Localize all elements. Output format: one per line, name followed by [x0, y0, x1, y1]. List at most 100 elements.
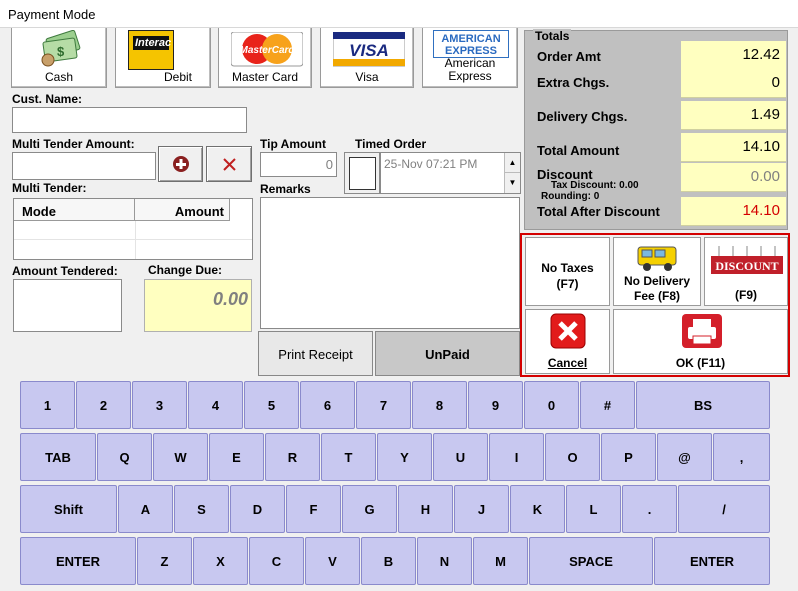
- cust-name-label: Cust. Name:: [12, 92, 83, 106]
- key-s[interactable]: S: [174, 485, 229, 533]
- key-t[interactable]: T: [321, 433, 376, 481]
- print-receipt-button[interactable]: Print Receipt: [258, 331, 373, 376]
- totals-title: Totals: [533, 29, 572, 43]
- amex-button[interactable]: AMERICAN EXPRESS American Express: [422, 28, 518, 88]
- title-bar: Payment Mode: [0, 0, 798, 28]
- key-tab[interactable]: TAB: [20, 433, 96, 481]
- visa-logo-text: VISA: [349, 41, 389, 60]
- add-tender-button[interactable]: [158, 146, 203, 182]
- delivery-chgs-value: 1.49: [681, 101, 786, 130]
- key-y[interactable]: Y: [377, 433, 432, 481]
- key-0[interactable]: 0: [524, 381, 579, 429]
- key-enter-right[interactable]: ENTER: [654, 537, 770, 585]
- no-delivery-fee-button[interactable]: No Delivery Fee (F8): [613, 237, 701, 306]
- key-5[interactable]: 5: [244, 381, 299, 429]
- extra-chgs-label: Extra Chgs.: [537, 75, 610, 90]
- discount-button[interactable]: DISCOUNT (F9): [704, 237, 788, 306]
- time-down-icon[interactable]: ▼: [504, 173, 520, 193]
- key-x[interactable]: X: [193, 537, 248, 585]
- key-2[interactable]: 2: [76, 381, 131, 429]
- cancel-button[interactable]: Cancel: [525, 309, 610, 374]
- key-j[interactable]: J: [454, 485, 509, 533]
- key-slash[interactable]: /: [678, 485, 770, 533]
- no-taxes-key: (F7): [556, 277, 579, 291]
- key-p[interactable]: P: [601, 433, 656, 481]
- key-period[interactable]: .: [622, 485, 677, 533]
- key-u[interactable]: U: [433, 433, 488, 481]
- key-8[interactable]: 8: [412, 381, 467, 429]
- total-after-discount-label: Total After Discount: [537, 204, 660, 219]
- key-9[interactable]: 9: [468, 381, 523, 429]
- key-h[interactable]: H: [398, 485, 453, 533]
- key-l[interactable]: L: [566, 485, 621, 533]
- interac-logo-text: Interac: [133, 36, 172, 50]
- key-space[interactable]: SPACE: [529, 537, 653, 585]
- rounding-text: Rounding: 0: [541, 191, 600, 202]
- key-shift[interactable]: Shift: [20, 485, 117, 533]
- key-e[interactable]: E: [209, 433, 264, 481]
- time-up-icon[interactable]: ▲: [504, 153, 520, 173]
- visa-label: Visa: [355, 70, 379, 84]
- key-o[interactable]: O: [545, 433, 600, 481]
- cust-name-input[interactable]: [12, 107, 247, 133]
- key-n[interactable]: N: [417, 537, 472, 585]
- amex-icon: AMERICAN EXPRESS: [433, 30, 509, 58]
- action-panel: No Taxes (F7) No Delivery Fee (F8) DISCO…: [520, 233, 790, 377]
- key-hash[interactable]: #: [580, 381, 635, 429]
- onscreen-keyboard: 1 2 3 4 5 6 7 8 9 0 # BS TAB Q W E R T Y…: [20, 381, 772, 587]
- cancel-label: Cancel: [547, 356, 588, 370]
- no-taxes-button[interactable]: No Taxes (F7): [525, 237, 610, 306]
- amount-tendered-input[interactable]: [13, 279, 122, 332]
- timed-order-checkbox[interactable]: [349, 157, 376, 190]
- key-comma[interactable]: ,: [713, 433, 770, 481]
- key-6[interactable]: 6: [300, 381, 355, 429]
- key-3[interactable]: 3: [132, 381, 187, 429]
- key-m[interactable]: M: [473, 537, 528, 585]
- key-z[interactable]: Z: [137, 537, 192, 585]
- key-enter-left[interactable]: ENTER: [20, 537, 136, 585]
- tip-amount-input[interactable]: 0: [260, 152, 337, 177]
- key-w[interactable]: W: [153, 433, 208, 481]
- cash-button[interactable]: $ Cash: [11, 28, 107, 88]
- mode-column-header: Mode: [14, 199, 135, 221]
- delivery-truck-icon: [637, 246, 677, 271]
- ok-button[interactable]: OK (F11): [613, 309, 788, 374]
- mastercard-button[interactable]: MasterCard Master Card: [218, 28, 312, 88]
- key-v[interactable]: V: [305, 537, 360, 585]
- timed-order-datetime[interactable]: 25-Nov 07:21 PM ▲ ▼: [380, 152, 521, 194]
- order-amt-value: 12.42: [681, 41, 786, 70]
- key-4[interactable]: 4: [188, 381, 243, 429]
- remarks-label: Remarks: [260, 182, 311, 196]
- key-1[interactable]: 1: [20, 381, 75, 429]
- key-f[interactable]: F: [286, 485, 341, 533]
- multi-tender-amount-input[interactable]: [12, 152, 156, 180]
- visa-button[interactable]: VISA Visa: [320, 28, 414, 88]
- total-amount-value: 14.10: [681, 133, 786, 162]
- key-q[interactable]: Q: [97, 433, 152, 481]
- key-k[interactable]: K: [510, 485, 565, 533]
- interac-icon: Interac: [128, 30, 174, 70]
- key-backspace[interactable]: BS: [636, 381, 770, 429]
- key-c[interactable]: C: [249, 537, 304, 585]
- no-delivery-label: No Delivery: [623, 274, 691, 288]
- key-at[interactable]: @: [657, 433, 712, 481]
- key-i[interactable]: I: [489, 433, 544, 481]
- remove-tender-button[interactable]: [206, 146, 252, 182]
- discount-key: (F9): [735, 288, 757, 302]
- mastercard-label: Master Card: [231, 70, 299, 84]
- key-b[interactable]: B: [361, 537, 416, 585]
- no-delivery-key: Fee (F8): [633, 289, 680, 303]
- key-r[interactable]: R: [265, 433, 320, 481]
- mastercard-logo-text: MasterCard: [239, 45, 295, 56]
- close-icon: [223, 158, 236, 171]
- discount-tags-icon: DISCOUNT: [711, 246, 783, 274]
- debit-button[interactable]: Interac Debit: [115, 28, 211, 88]
- unpaid-button[interactable]: UnPaid: [375, 331, 520, 376]
- tax-discount-text: Tax Discount: 0.00: [551, 180, 639, 191]
- key-d[interactable]: D: [230, 485, 285, 533]
- cash-label: Cash: [44, 70, 73, 84]
- key-a[interactable]: A: [118, 485, 173, 533]
- key-g[interactable]: G: [342, 485, 397, 533]
- key-7[interactable]: 7: [356, 381, 411, 429]
- remarks-textarea[interactable]: [260, 197, 520, 329]
